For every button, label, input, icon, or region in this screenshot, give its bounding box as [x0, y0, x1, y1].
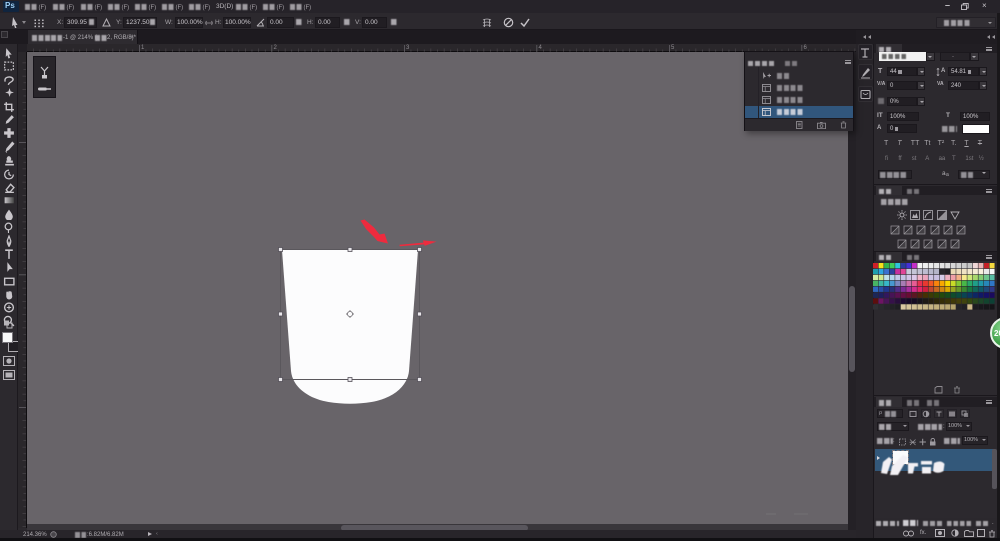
svg-text:20: 20	[994, 329, 1000, 338]
